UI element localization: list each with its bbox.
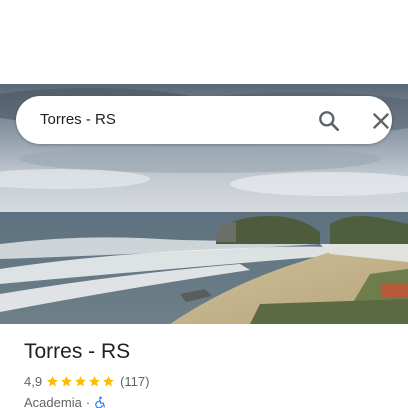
star-icon [74, 375, 87, 388]
place-info: Torres - RS 4,9 (117) Academia · [24, 338, 394, 408]
search-input[interactable]: Torres - RS [40, 96, 116, 144]
place-category: Academia [24, 394, 82, 408]
search-icon[interactable] [316, 108, 342, 134]
wheelchair-icon [94, 396, 107, 408]
place-title: Torres - RS [24, 340, 131, 363]
star-icon [102, 375, 115, 388]
rating-row[interactable]: 4,9 (117) [24, 372, 394, 390]
review-count[interactable]: (117) [120, 374, 149, 389]
star-icon [46, 375, 59, 388]
star-icon [88, 375, 101, 388]
top-blank-area [0, 0, 408, 84]
separator: · [85, 394, 91, 408]
star-rating [46, 375, 116, 388]
search-bar[interactable]: Torres - RS [16, 96, 392, 144]
star-icon [60, 375, 73, 388]
category-row: Academia · [24, 393, 394, 408]
close-icon[interactable] [368, 108, 394, 134]
rating-value: 4,9 [24, 373, 43, 389]
